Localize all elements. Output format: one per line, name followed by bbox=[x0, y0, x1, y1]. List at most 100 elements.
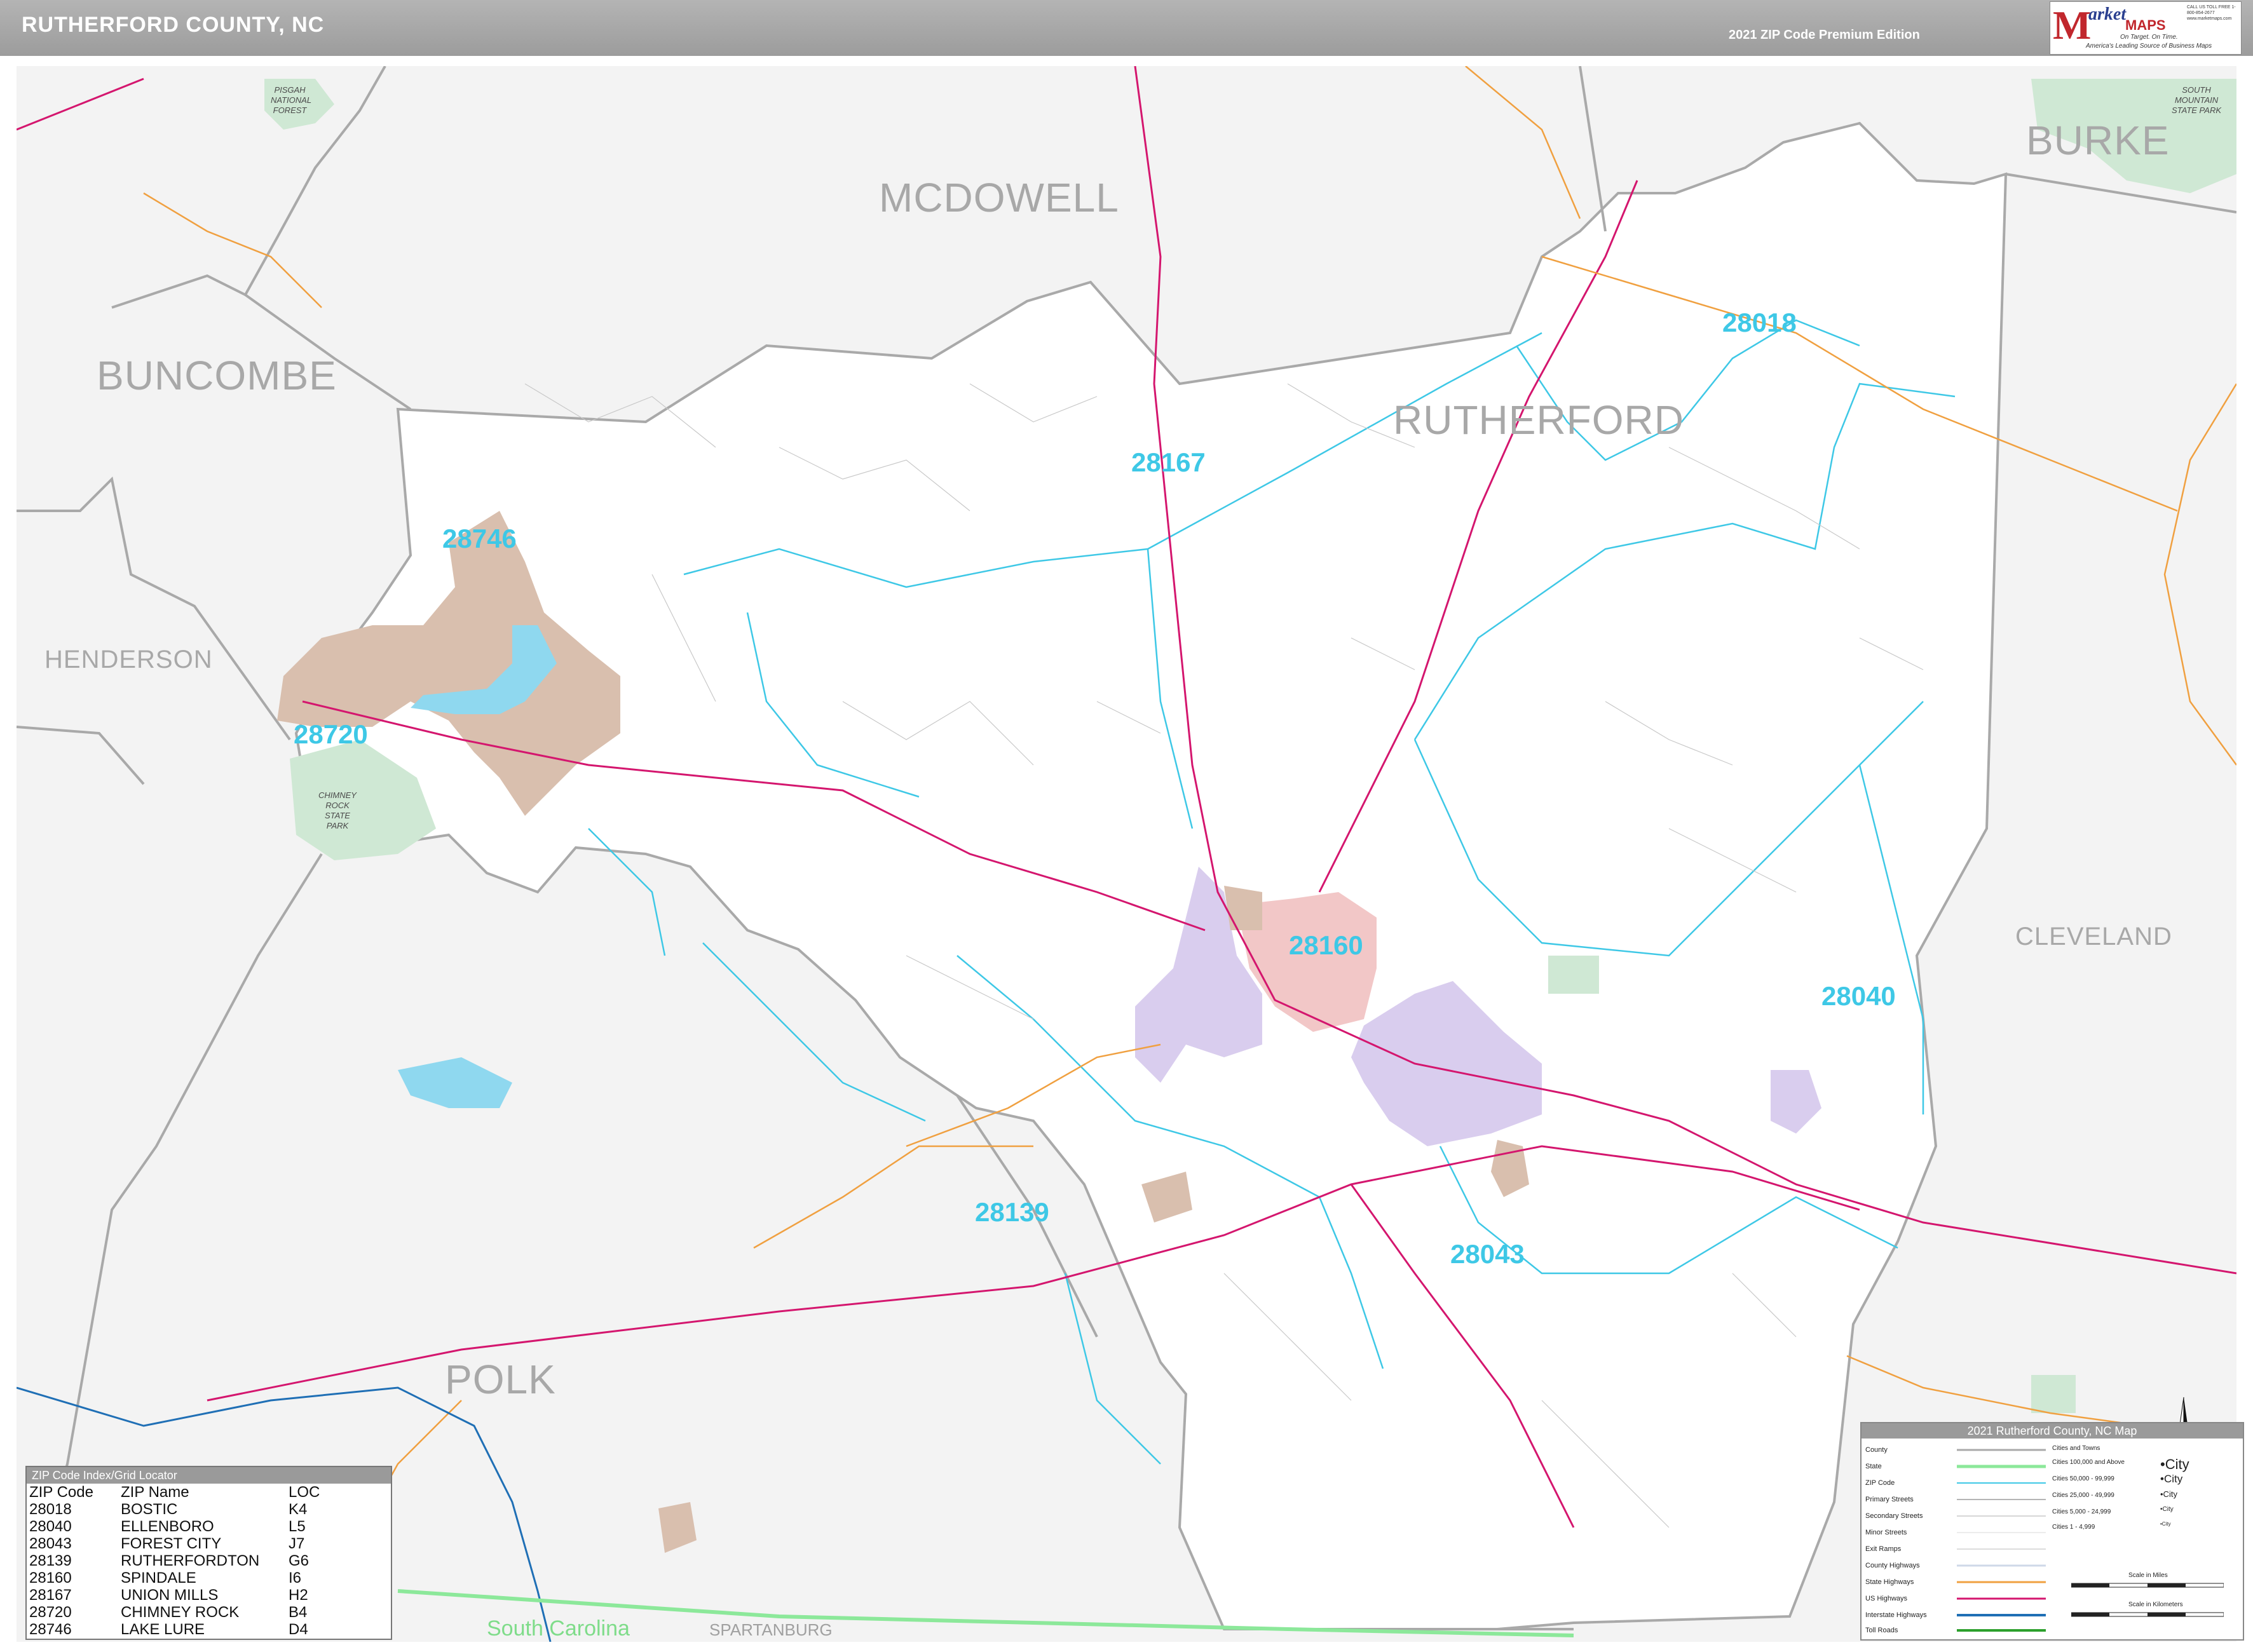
zip-index-title: ZIP Code Index/Grid Locator bbox=[27, 1467, 391, 1484]
legend-city-row: Cities 5,000 - 24,999 •City bbox=[2052, 1506, 2174, 1515]
legend-item: Primary Streets bbox=[1865, 1496, 1914, 1503]
legend-city-row: Cities 100,000 and Above •City bbox=[2052, 1456, 2189, 1472]
county-label-mcdowell: MCDOWELL bbox=[879, 175, 1119, 220]
zip-name-cell: CHIMNEY ROCK bbox=[121, 1604, 240, 1621]
zip-label-28040: 28040 bbox=[1821, 981, 1896, 1011]
edition-label: 2021 ZIP Code Premium Edition bbox=[1729, 28, 1920, 42]
zip-cell: 28040 bbox=[29, 1518, 72, 1535]
zip-label-28720: 28720 bbox=[294, 719, 368, 749]
legend-city-sample: •City bbox=[2160, 1473, 2183, 1485]
map-title: RUTHERFORD COUNTY, NC bbox=[22, 13, 325, 37]
legend-city-range: Cities 50,000 - 99,999 bbox=[2052, 1475, 2114, 1482]
park-small-area bbox=[1548, 956, 1599, 994]
zip-loc-cell: D4 bbox=[289, 1621, 308, 1638]
zip-col-header: ZIP Code bbox=[29, 1484, 93, 1501]
zip-loc-cell: H2 bbox=[289, 1587, 308, 1604]
legend-item: Interstate Highways bbox=[1865, 1611, 1927, 1619]
legend-item: County bbox=[1865, 1446, 1888, 1454]
zip-label-28018: 28018 bbox=[1722, 308, 1797, 337]
legend-city-row: Cities 25,000 - 49,999 •City bbox=[2052, 1489, 2177, 1499]
zip-index-row: 28139 RUTHERFORDTON G6 bbox=[29, 1552, 367, 1569]
zip-label-28167: 28167 bbox=[1131, 447, 1206, 477]
legend-item: US Highways bbox=[1865, 1595, 1908, 1602]
county-label-buncombe: BUNCOMBE bbox=[97, 353, 337, 398]
legend-city-range: Cities 1 - 4,999 bbox=[2052, 1524, 2095, 1531]
zip-index-row: 28720 CHIMNEY ROCK B4 bbox=[29, 1604, 367, 1621]
zip-cell: 28167 bbox=[29, 1587, 72, 1604]
park-label-pisgah: PISGAH NATIONAL FOREST bbox=[271, 85, 312, 115]
zip-index-row: 28746 LAKE LURE D4 bbox=[29, 1621, 367, 1638]
legend-city-sample: •City bbox=[2160, 1489, 2177, 1499]
logo-contact: CALL US TOLL FREE 1-800-854-2677 www.mar… bbox=[2187, 5, 2236, 21]
park-east-area bbox=[2031, 1375, 2076, 1413]
zip-name-cell: LAKE LURE bbox=[121, 1621, 205, 1638]
zip-index-header-row: ZIP Code ZIP Name LOC bbox=[29, 1484, 367, 1501]
zip-col-header: LOC bbox=[289, 1484, 320, 1501]
zip-label-28139: 28139 bbox=[975, 1197, 1049, 1227]
zip-index-row: 28018 BOSTIC K4 bbox=[29, 1501, 367, 1518]
zip-col-header: ZIP Name bbox=[121, 1484, 189, 1501]
park-label-chimney-rock: CHIMNEY ROCK STATE PARK bbox=[318, 790, 357, 830]
zip-name-cell: ELLENBORO bbox=[121, 1518, 214, 1535]
legend-scale-bar-miles bbox=[2071, 1583, 2224, 1588]
zip-code-index-panel: ZIP Code Index/Grid Locator ZIP Code ZIP… bbox=[25, 1466, 392, 1640]
legend-scale-miles: Scale in Miles bbox=[2128, 1572, 2168, 1579]
map-canvas bbox=[17, 66, 2236, 1642]
legend-line-samples bbox=[1957, 1449, 2046, 1632]
county-label-rutherford: RUTHERFORD bbox=[1393, 397, 1684, 443]
legend-item: State Highways bbox=[1865, 1578, 1914, 1586]
state-label-south-carolina: South Carolina bbox=[487, 1616, 630, 1641]
zip-index-row: 28043 FOREST CITY J7 bbox=[29, 1535, 367, 1552]
logo-m-letter: M bbox=[2053, 3, 2092, 48]
zip-cell: 28720 bbox=[29, 1604, 72, 1621]
zip-cell: 28043 bbox=[29, 1535, 72, 1552]
legend-item: State bbox=[1865, 1463, 1882, 1470]
county-label-cleveland: CLEVELAND bbox=[2015, 923, 2172, 951]
legend-city-range: Cities 100,000 and Above bbox=[2052, 1459, 2125, 1466]
zip-loc-cell: I6 bbox=[289, 1569, 302, 1587]
zip-cell: 28746 bbox=[29, 1621, 72, 1638]
zip-index-row: 28160 SPINDALE I6 bbox=[29, 1569, 367, 1587]
legend-item: Secondary Streets bbox=[1865, 1512, 1923, 1520]
zip-name-cell: FOREST CITY bbox=[121, 1535, 222, 1552]
legend-cities-header: Cities and Towns bbox=[2052, 1445, 2100, 1452]
legend-item: Exit Ramps bbox=[1865, 1545, 1902, 1553]
legend-title: 2021 Rutherford County, NC Map bbox=[1862, 1423, 2243, 1439]
zip-loc-cell: J7 bbox=[289, 1535, 305, 1552]
zip-cell: 28139 bbox=[29, 1552, 72, 1569]
legend-city-sample: •City bbox=[2160, 1506, 2174, 1513]
header-bar: RUTHERFORD COUNTY, NC 2021 ZIP Code Prem… bbox=[0, 0, 2253, 56]
legend-city-row: Cities 50,000 - 99,999 •City bbox=[2052, 1473, 2182, 1485]
zip-name-cell: BOSTIC bbox=[121, 1501, 178, 1518]
legend-scale-km: Scale in Kilometers bbox=[2128, 1601, 2183, 1608]
map-legend-panel: 2021 Rutherford County, NC Map County St… bbox=[1860, 1422, 2244, 1641]
legend-city-sample: •City bbox=[2160, 1521, 2171, 1527]
zip-index-table: ZIP Code ZIP Name LOC 28018 BOSTIC K4 2804… bbox=[29, 1484, 367, 1638]
logo-maps-text: MAPS bbox=[2125, 17, 2166, 33]
zip-name-cell: UNION MILLS bbox=[121, 1587, 219, 1604]
zip-cell: 28160 bbox=[29, 1569, 72, 1587]
county-label-spartanburg: SPARTANBURG bbox=[709, 1620, 833, 1639]
logo-tagline: On Target. On Time. bbox=[2120, 34, 2178, 41]
park-label-south-mountain: SOUTH MOUNTAIN STATE PARK bbox=[2171, 85, 2221, 115]
market-maps-logo: M arket MAPS On Target. On Time. America… bbox=[2050, 1, 2242, 55]
county-label-polk: POLK bbox=[445, 1357, 556, 1402]
zip-name-cell: RUTHERFORDTON bbox=[121, 1552, 260, 1569]
zip-loc-cell: G6 bbox=[289, 1552, 310, 1569]
legend-city-range: Cities 5,000 - 24,999 bbox=[2052, 1508, 2111, 1515]
zip-loc-cell: B4 bbox=[289, 1604, 308, 1621]
map-area[interactable]: MCDOWELL BURKE BUNCOMBE RUTHERFORD HENDE… bbox=[17, 66, 2236, 1642]
zip-label-28746: 28746 bbox=[442, 524, 517, 553]
zip-name-cell: SPINDALE bbox=[121, 1569, 196, 1587]
logo-tagline-2: America's Leading Source of Business Map… bbox=[2086, 43, 2212, 50]
legend-city-range: Cities 25,000 - 49,999 bbox=[2052, 1492, 2114, 1499]
zip-cell: 28018 bbox=[29, 1501, 72, 1518]
legend-item: Minor Streets bbox=[1865, 1529, 1907, 1536]
zip-loc-cell: L5 bbox=[289, 1518, 306, 1535]
legend-item: County Highways bbox=[1865, 1562, 1920, 1569]
legend-item: ZIP Code bbox=[1865, 1479, 1895, 1487]
rutherfordton-tan-area bbox=[1224, 886, 1262, 930]
legend-city-sample: •City bbox=[2160, 1456, 2189, 1472]
zip-index-row: 28167 UNION MILLS H2 bbox=[29, 1587, 367, 1604]
legend-scale-bar-km bbox=[2071, 1612, 2224, 1617]
